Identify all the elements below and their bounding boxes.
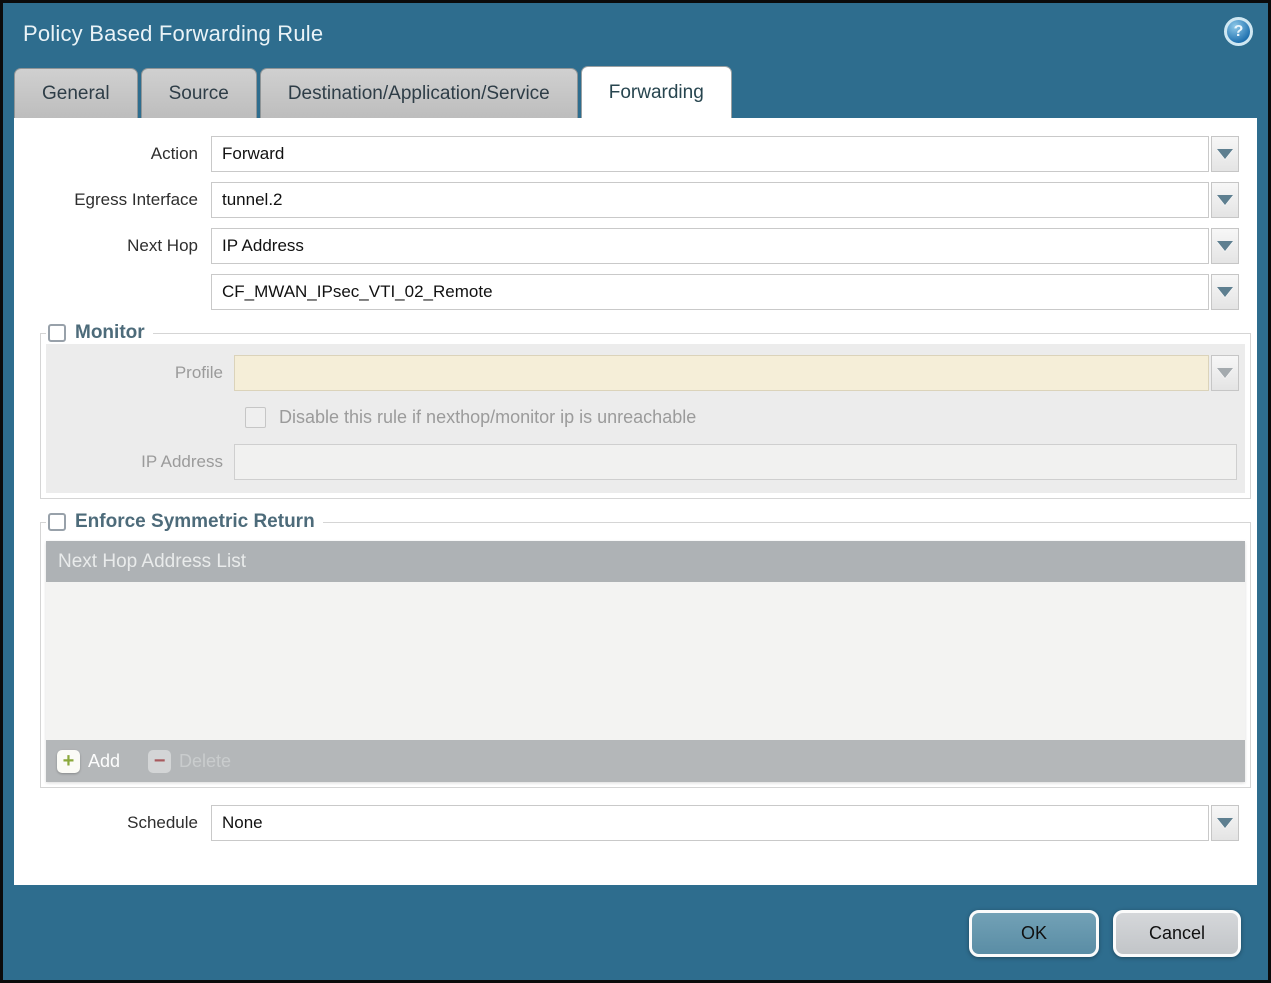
profile-value — [234, 355, 1209, 391]
symmetric-return-fieldset: Enforce Symmetric Return Next Hop Addres… — [40, 511, 1251, 788]
monitor-checkbox[interactable] — [48, 324, 66, 342]
ok-button-label: OK — [1021, 923, 1047, 944]
help-icon[interactable]: ? — [1224, 17, 1253, 46]
next-hop-address-list-header: Next Hop Address List — [46, 541, 1245, 582]
chevron-down-icon — [1217, 241, 1233, 251]
next-hop-label: Next Hop — [14, 228, 211, 264]
schedule-dropdown-button[interactable] — [1211, 805, 1239, 841]
egress-interface-value: tunnel.2 — [211, 182, 1209, 218]
help-glyph: ? — [1234, 23, 1244, 41]
profile-label: Profile — [46, 355, 234, 391]
monitor-ip-address-label: IP Address — [46, 444, 234, 480]
schedule-row: Schedule None — [14, 805, 1239, 841]
symmetric-return-legend: Enforce Symmetric Return — [46, 511, 323, 533]
chevron-down-icon — [1217, 195, 1233, 205]
action-row: Action Forward — [14, 136, 1239, 172]
chevron-down-icon — [1217, 818, 1233, 828]
schedule-value: None — [211, 805, 1209, 841]
monitor-panel: Profile Disable this rule if nexthop/mon… — [46, 344, 1245, 493]
next-hop-address-select[interactable]: CF_MWAN_IPsec_VTI_02_Remote — [211, 274, 1239, 310]
egress-interface-dropdown-button[interactable] — [1211, 182, 1239, 218]
action-dropdown-button[interactable] — [1211, 136, 1239, 172]
disable-rule-checkbox — [245, 407, 266, 428]
tab-forwarding[interactable]: Forwarding — [581, 66, 732, 118]
dialog-title: Policy Based Forwarding Rule — [23, 21, 323, 47]
tab-forwarding-label: Forwarding — [609, 82, 704, 104]
cancel-button[interactable]: Cancel — [1113, 910, 1241, 957]
egress-interface-label: Egress Interface — [14, 182, 211, 218]
add-button[interactable]: + Add — [57, 750, 120, 773]
chevron-down-icon — [1217, 368, 1233, 378]
plus-icon: + — [57, 750, 80, 773]
monitor-ip-address-row: IP Address — [46, 444, 1239, 480]
delete-button: − Delete — [148, 750, 231, 773]
schedule-select[interactable]: None — [211, 805, 1239, 841]
chevron-down-icon — [1217, 287, 1233, 297]
tab-destination-application-service[interactable]: Destination/Application/Service — [260, 68, 578, 118]
tab-bar: General Source Destination/Application/S… — [14, 66, 732, 118]
egress-interface-select[interactable]: tunnel.2 — [211, 182, 1239, 218]
delete-button-label: Delete — [179, 751, 231, 772]
tab-general-label: General — [42, 83, 110, 105]
tab-destination-label: Destination/Application/Service — [288, 83, 550, 105]
next-hop-type-select[interactable]: IP Address — [211, 228, 1239, 264]
next-hop-address-list-toolbar: + Add − Delete — [46, 740, 1245, 782]
cancel-button-label: Cancel — [1149, 923, 1205, 944]
next-hop-address-label-spacer — [14, 274, 211, 310]
forwarding-tab-panel: Action Forward Egress Interface tunnel.2… — [14, 118, 1257, 885]
action-label: Action — [14, 136, 211, 172]
monitor-fieldset: Monitor Profile Disable this rule if nex… — [40, 322, 1251, 499]
minus-icon: − — [148, 750, 171, 773]
symmetric-return-legend-label: Enforce Symmetric Return — [75, 511, 315, 533]
tab-general[interactable]: General — [14, 68, 138, 118]
monitor-legend-label: Monitor — [75, 322, 145, 344]
dialog-footer: OK Cancel — [3, 885, 1268, 980]
monitor-legend: Monitor — [46, 322, 153, 344]
enforce-symmetric-return-checkbox[interactable] — [48, 513, 66, 531]
action-select[interactable]: Forward — [211, 136, 1239, 172]
next-hop-address-value: CF_MWAN_IPsec_VTI_02_Remote — [211, 274, 1209, 310]
egress-interface-row: Egress Interface tunnel.2 — [14, 182, 1239, 218]
action-value: Forward — [211, 136, 1209, 172]
pbf-rule-dialog: Policy Based Forwarding Rule ? General S… — [0, 0, 1271, 983]
tab-source[interactable]: Source — [141, 68, 257, 118]
next-hop-address-dropdown-button[interactable] — [1211, 274, 1239, 310]
schedule-label: Schedule — [14, 805, 211, 841]
profile-row: Profile — [46, 355, 1239, 391]
add-button-label: Add — [88, 751, 120, 772]
next-hop-address-row: CF_MWAN_IPsec_VTI_02_Remote — [14, 274, 1239, 310]
profile-dropdown-button — [1211, 355, 1239, 391]
monitor-ip-address-input — [234, 444, 1237, 480]
disable-rule-label: Disable this rule if nexthop/monitor ip … — [279, 407, 696, 428]
next-hop-type-value: IP Address — [211, 228, 1209, 264]
disable-rule-row: Disable this rule if nexthop/monitor ip … — [245, 402, 1239, 432]
next-hop-type-dropdown-button[interactable] — [1211, 228, 1239, 264]
next-hop-address-list-grid: Next Hop Address List + Add − Delete — [46, 541, 1245, 782]
next-hop-row: Next Hop IP Address — [14, 228, 1239, 264]
ok-button[interactable]: OK — [969, 910, 1099, 957]
chevron-down-icon — [1217, 149, 1233, 159]
next-hop-address-list-body — [46, 582, 1245, 740]
tab-source-label: Source — [169, 83, 229, 105]
